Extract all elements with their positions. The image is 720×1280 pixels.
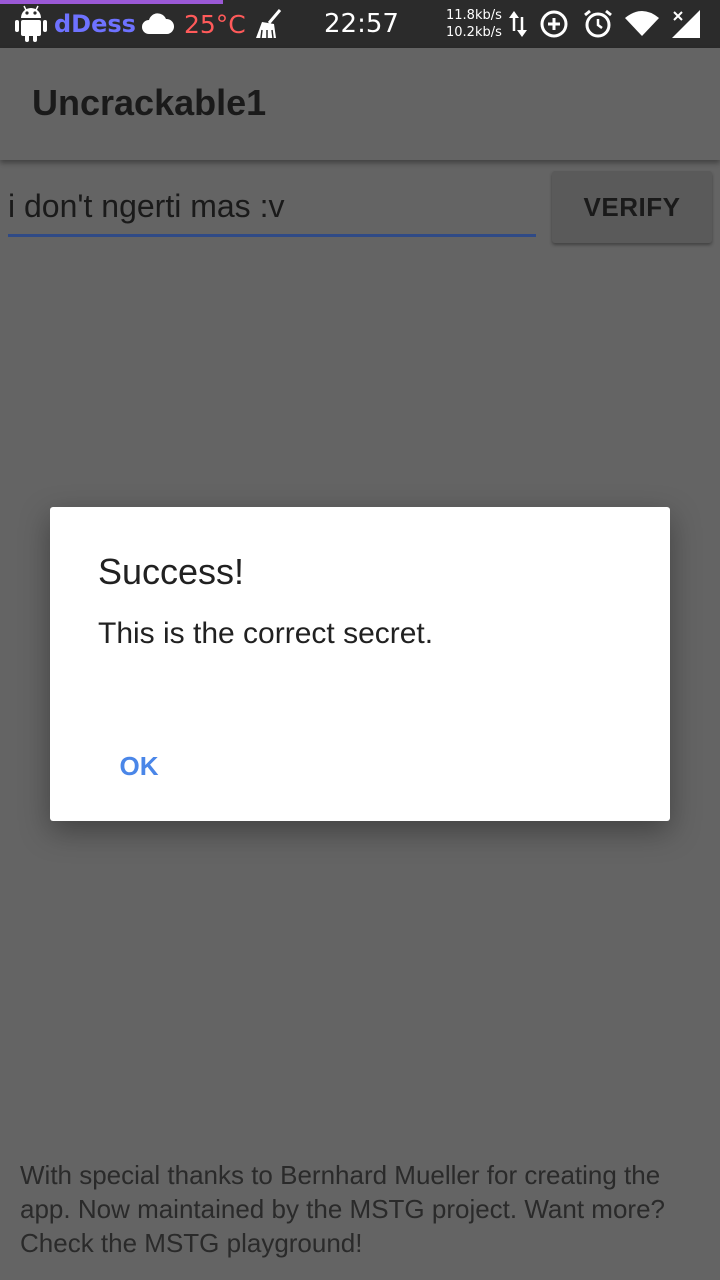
broom-icon [254, 0, 288, 48]
success-dialog: Success! This is the correct secret. OK [50, 507, 670, 821]
app-bar: Uncrackable1 [0, 48, 720, 160]
footer-credits: With special thanks to Bernhard Mueller … [20, 1160, 665, 1258]
carrier-label: dDess [54, 10, 136, 38]
status-bar: dDess 25°C 22:57 11.8kb/s 10.2kb/s [0, 0, 720, 48]
signal-icon [670, 0, 706, 48]
secret-input[interactable] [8, 178, 536, 237]
verify-button[interactable]: VERIFY [552, 171, 712, 243]
dialog-title: Success! [98, 551, 245, 592]
network-speeds: 11.8kb/s 10.2kb/s [446, 0, 502, 48]
android-icon [14, 0, 50, 48]
dialog-message: This is the correct secret. [98, 617, 434, 650]
alarm-icon [582, 0, 616, 48]
temperature-label: 25°C [184, 9, 246, 39]
data-saver-icon [538, 0, 572, 48]
wifi-icon [624, 0, 662, 48]
download-speed: 10.2kb/s [446, 25, 502, 40]
app-title: Uncrackable1 [32, 82, 267, 123]
ok-button[interactable]: OK [104, 735, 174, 797]
clock-time: 22:57 [324, 9, 399, 39]
upload-speed: 11.8kb/s [446, 8, 502, 23]
cloud-icon [140, 0, 178, 48]
data-arrows-icon [508, 0, 530, 48]
